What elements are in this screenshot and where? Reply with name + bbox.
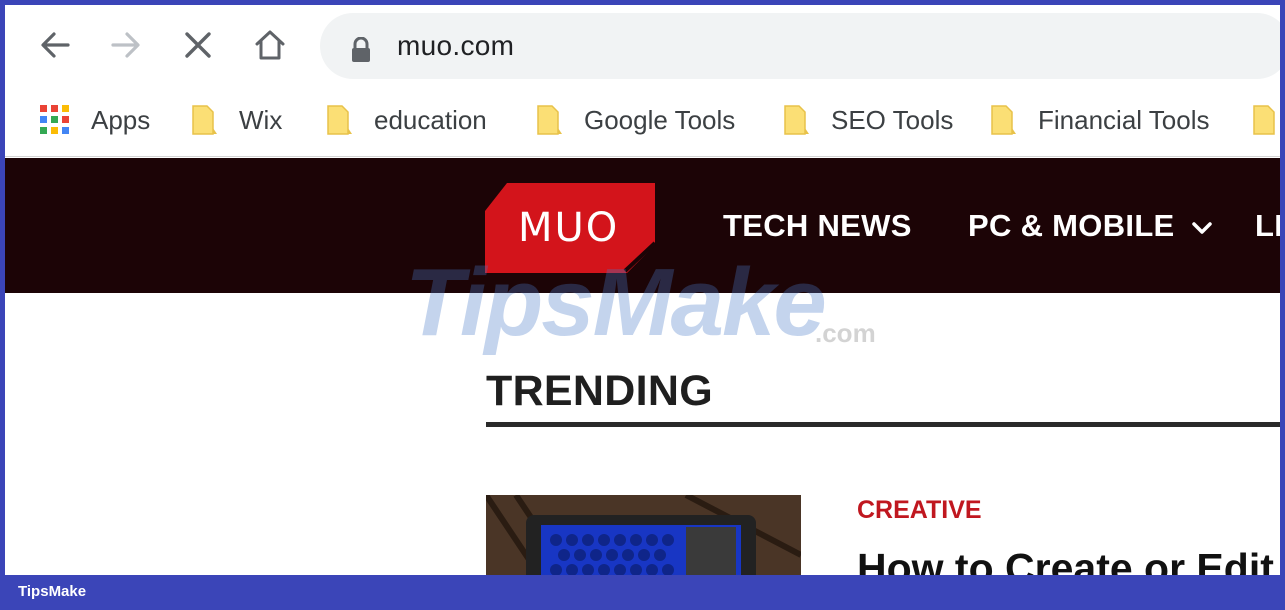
article-headline[interactable]: How to Create or Edit: [857, 545, 1274, 575]
bookmark-label: SEO Tools: [831, 104, 954, 135]
close-icon: [185, 32, 211, 58]
bookmark-overflow-folder[interactable]: [1252, 83, 1280, 157]
nav-lifestyle[interactable]: LI: [1255, 208, 1280, 244]
home-button[interactable]: [250, 25, 290, 65]
bookmark-financial-tools[interactable]: Financial Tools: [990, 83, 1210, 157]
url-text: muo.com: [397, 30, 515, 61]
chevron-down-icon: [1192, 222, 1213, 234]
apps-grid-icon: [40, 105, 69, 134]
back-arrow-icon: [41, 32, 70, 58]
address-bar[interactable]: muo.com: [320, 13, 1280, 79]
bookmark-label: Wix: [239, 104, 283, 135]
folder-icon: [327, 105, 352, 135]
bookmark-wix[interactable]: Wix: [191, 83, 282, 157]
bookmark-apps[interactable]: Apps: [39, 83, 150, 157]
logo-text: MUO: [518, 205, 620, 251]
folder-icon: [784, 105, 809, 135]
footer-brand-label: TipsMake: [18, 583, 87, 600]
watermark-suffix: .com: [815, 318, 876, 348]
section-divider: [486, 422, 1280, 427]
section-title: TRENDING: [486, 367, 713, 415]
folder-icon: [991, 105, 1016, 135]
muo-logo[interactable]: MUO: [485, 183, 657, 273]
lock-icon: [352, 37, 370, 62]
home-icon: [255, 30, 285, 60]
forward-arrow-icon: [111, 32, 140, 58]
browser-toolbar: muo.com: [5, 5, 1280, 83]
bookmark-label: Apps: [91, 104, 151, 135]
site-header: MUO TECH NEWS PC & MOBILE LI: [5, 158, 1280, 293]
article-thumbnail[interactable]: [486, 495, 801, 575]
bookmarks-bar: Apps Wix education Google Tools SEO Tool…: [5, 83, 1280, 157]
bookmark-google-tools[interactable]: Google Tools: [536, 83, 735, 157]
article-category[interactable]: CREATIVE: [857, 496, 982, 525]
folder-icon: [537, 105, 562, 135]
forward-button[interactable]: [106, 25, 146, 65]
bookmark-seo-tools[interactable]: SEO Tools: [783, 83, 953, 157]
browser-window: muo.com Apps Wix education Google Tools …: [5, 5, 1280, 575]
folder-icon: [192, 105, 217, 135]
back-button[interactable]: [35, 25, 75, 65]
nav-pc-mobile-label: PC & MOBILE: [968, 208, 1175, 243]
nav-pc-mobile[interactable]: PC & MOBILE: [968, 208, 1213, 244]
bookmark-label: education: [374, 104, 487, 135]
bookmark-label: Financial Tools: [1038, 104, 1210, 135]
bookmark-education[interactable]: education: [326, 83, 487, 157]
bookmark-label: Google Tools: [584, 104, 736, 135]
thumbnail-image: [486, 495, 801, 575]
folder-icon: [1253, 105, 1275, 135]
nav-tech-news[interactable]: TECH NEWS: [723, 208, 912, 244]
stop-loading-button[interactable]: [178, 25, 218, 65]
